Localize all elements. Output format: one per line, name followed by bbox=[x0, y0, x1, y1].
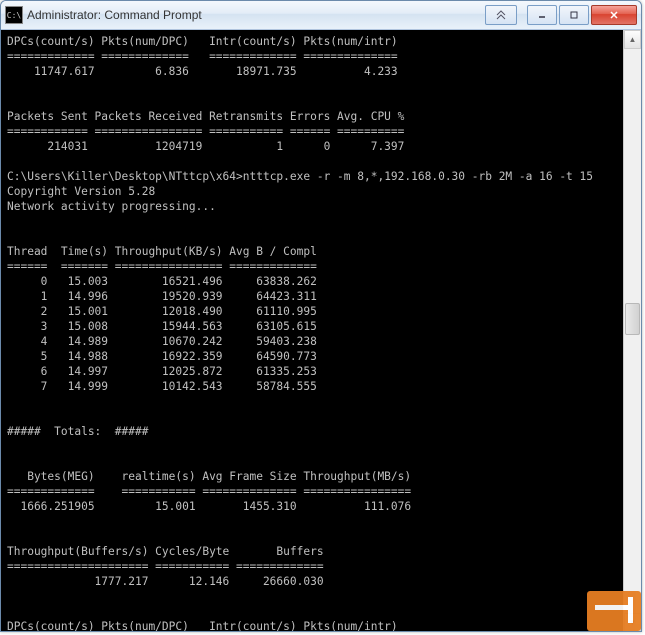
command-line: ntttcp.exe -r -m 8,*,192.168.0.30 -rb 2M… bbox=[243, 170, 593, 183]
totals1-sep: ============= =========== ==============… bbox=[7, 485, 411, 498]
thread-header: Thread Time(s) Throughput(KB/s) Avg B / … bbox=[7, 245, 317, 258]
totals2-header: Throughput(Buffers/s) Cycles/Byte Buffer… bbox=[7, 545, 324, 558]
close-button[interactable] bbox=[591, 5, 637, 25]
thread-row-0: 0 15.003 16521.496 63838.262 bbox=[7, 275, 317, 288]
minimize-button[interactable] bbox=[527, 5, 557, 25]
copyright-line: Copyright Version 5.28 bbox=[7, 185, 155, 198]
dpc-header-1: DPCs(count/s) Pkts(num/DPC) Intr(count/s… bbox=[7, 35, 398, 48]
totals2-sep: ===================== =========== ======… bbox=[7, 560, 324, 573]
titlebar[interactable]: C:\ Administrator: Command Prompt bbox=[1, 1, 641, 30]
totals1-row: 1666.251905 15.001 1455.310 111.076 bbox=[7, 500, 411, 513]
console-area: DPCs(count/s) Pkts(num/DPC) Intr(count/s… bbox=[1, 30, 641, 632]
totals2-row: 1777.217 12.146 26660.030 bbox=[7, 575, 324, 588]
packets-header-1: Packets Sent Packets Received Retransmit… bbox=[7, 110, 404, 123]
thread-row-7: 7 14.999 10142.543 58784.555 bbox=[7, 380, 317, 393]
thread-row-2: 2 15.001 12018.490 61110.995 bbox=[7, 305, 317, 318]
dpc-header-2: DPCs(count/s) Pkts(num/DPC) Intr(count/s… bbox=[7, 620, 398, 632]
command-prompt-window: C:\ Administrator: Command Prompt DPCs(c… bbox=[0, 0, 642, 632]
thread-row-4: 4 14.989 10670.242 59403.238 bbox=[7, 335, 317, 348]
activity-line: Network activity progressing... bbox=[7, 200, 216, 213]
command-prompt-path: C:\Users\Killer\Desktop\NTttcp\x64> bbox=[7, 170, 243, 183]
totals-label: ##### Totals: ##### bbox=[7, 425, 148, 438]
console-output[interactable]: DPCs(count/s) Pkts(num/DPC) Intr(count/s… bbox=[1, 30, 623, 632]
dpc-sep-1: ============= ============= ============… bbox=[7, 50, 398, 63]
help-button[interactable] bbox=[485, 5, 517, 25]
packets-sep-1: ============ ================ ==========… bbox=[7, 125, 404, 138]
thread-row-3: 3 15.008 15944.563 63105.615 bbox=[7, 320, 317, 333]
thread-sep: ====== ======= ================ ========… bbox=[7, 260, 317, 273]
scroll-thumb[interactable] bbox=[625, 303, 640, 335]
scroll-track[interactable] bbox=[624, 49, 641, 613]
dpc-row-1: 11747.617 6.836 18971.735 4.233 bbox=[7, 65, 398, 78]
maximize-button[interactable] bbox=[559, 5, 589, 25]
scroll-up-button[interactable]: ▲ bbox=[624, 30, 641, 49]
thread-row-6: 6 14.997 12025.872 61335.253 bbox=[7, 365, 317, 378]
watermark-logo bbox=[587, 591, 641, 631]
thread-row-1: 1 14.996 19520.939 64423.311 bbox=[7, 290, 317, 303]
vertical-scrollbar[interactable]: ▲ ▼ bbox=[623, 30, 641, 632]
totals1-header: Bytes(MEG) realtime(s) Avg Frame Size Th… bbox=[7, 470, 411, 483]
window-controls bbox=[485, 5, 637, 25]
thread-row-5: 5 14.988 16922.359 64590.773 bbox=[7, 350, 317, 363]
window-title: Administrator: Command Prompt bbox=[27, 8, 485, 22]
packets-row-1: 214031 1204719 1 0 7.397 bbox=[7, 140, 404, 153]
app-icon: C:\ bbox=[5, 6, 23, 24]
